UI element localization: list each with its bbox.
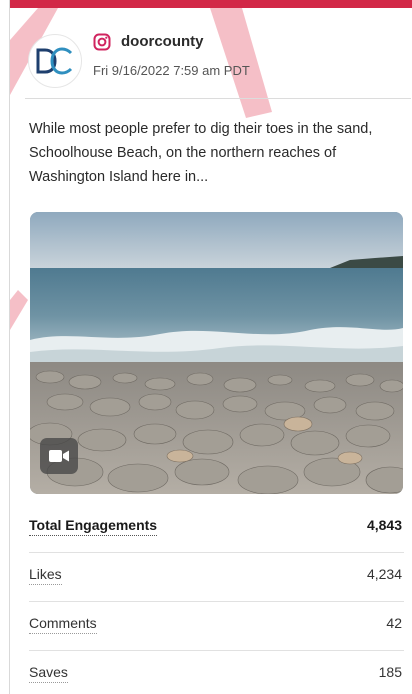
- metric-value: 4,234: [366, 566, 402, 582]
- metric-row-total-engagements: Total Engagements 4,843: [29, 504, 404, 553]
- metric-row-saves: Saves 185: [29, 651, 404, 694]
- post-header: doorcounty Fri 9/16/2022 7:59 am PDT: [10, 8, 412, 98]
- header-divider: [25, 98, 411, 99]
- video-camera-icon: [49, 450, 69, 462]
- post-timestamp: Fri 9/16/2022 7:59 am PDT: [93, 63, 250, 78]
- video-badge[interactable]: [40, 438, 78, 474]
- metric-value: 42: [386, 615, 402, 631]
- account-name[interactable]: doorcounty: [121, 33, 204, 50]
- metric-row-likes: Likes 4,234: [29, 553, 404, 602]
- beach-photo: [30, 212, 403, 494]
- post-text: While most people prefer to dig their to…: [29, 121, 373, 185]
- metric-row-comments: Comments 42: [29, 602, 404, 651]
- accent-bar: [10, 0, 412, 8]
- instagram-icon: [93, 33, 111, 51]
- engagement-metrics: Total Engagements 4,843 Likes 4,234 Comm…: [29, 504, 404, 694]
- metric-label[interactable]: Saves: [29, 664, 68, 683]
- metric-label[interactable]: Comments: [29, 615, 97, 634]
- metric-label[interactable]: Total Engagements: [29, 517, 158, 536]
- metric-value: 185: [378, 664, 402, 680]
- metric-value: 4,843: [366, 517, 402, 533]
- post-card: doorcounty Fri 9/16/2022 7:59 am PDT Whi…: [9, 0, 412, 694]
- avatar[interactable]: [28, 34, 82, 88]
- doorcounty-logo: [36, 47, 73, 75]
- metric-label[interactable]: Likes: [29, 566, 62, 585]
- post-media[interactable]: [30, 212, 403, 494]
